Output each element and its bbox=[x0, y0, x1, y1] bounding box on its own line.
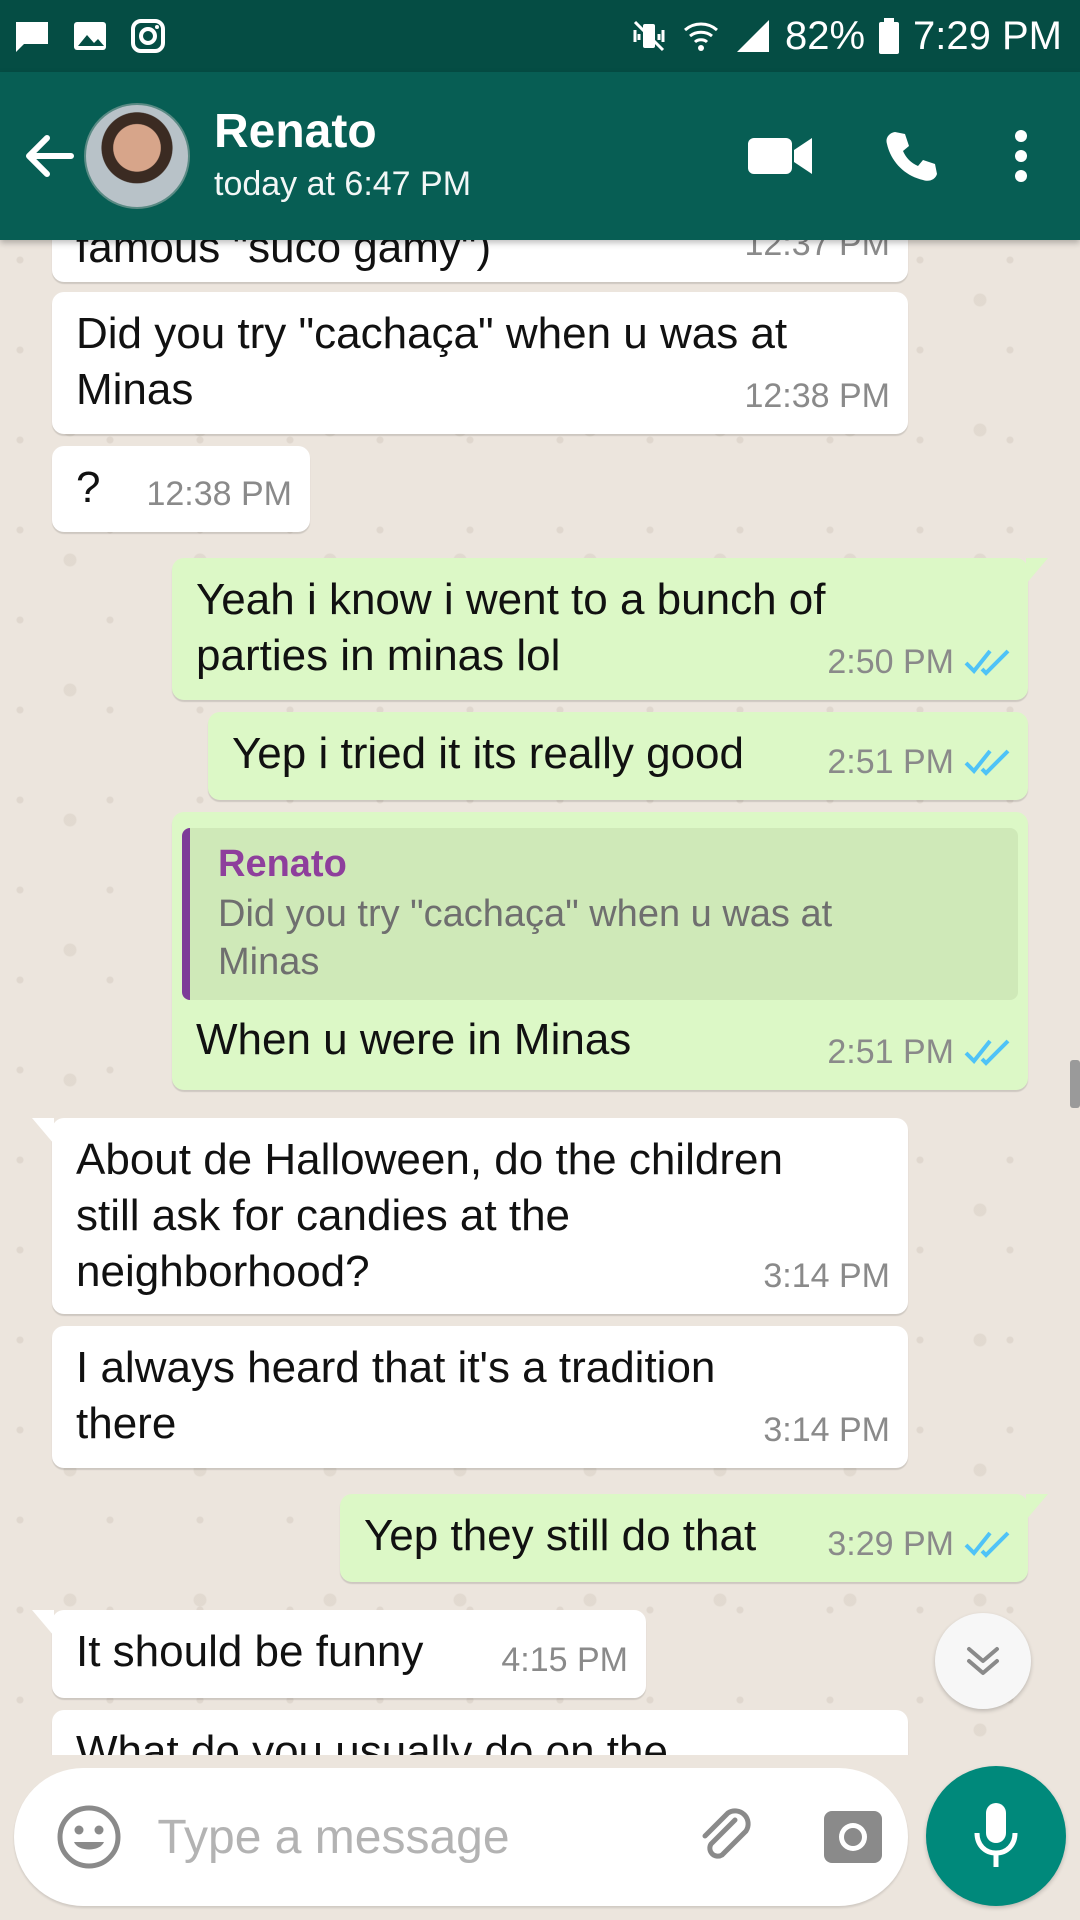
message-text: What do you usually do on the bbox=[76, 1727, 668, 1755]
attach-button[interactable] bbox=[671, 1768, 780, 1906]
message-meta: 2:51 PM bbox=[827, 1024, 1010, 1080]
quoted-sender: Renato bbox=[218, 843, 347, 885]
message-meta: 3:14 PM bbox=[763, 1402, 890, 1458]
message-time: 12:38 PM bbox=[146, 475, 292, 513]
message-meta: 12:37 PM bbox=[744, 240, 890, 272]
voice-message-button[interactable] bbox=[926, 1766, 1066, 1906]
wifi-icon bbox=[683, 22, 718, 51]
message-input[interactable] bbox=[157, 1809, 638, 1865]
message-composer bbox=[14, 1768, 908, 1906]
message-time: 12:37 PM bbox=[744, 240, 890, 263]
status-bar-left bbox=[12, 16, 168, 56]
scroll-to-bottom-button[interactable] bbox=[935, 1613, 1031, 1709]
more-options-icon bbox=[1015, 130, 1027, 182]
battery-icon bbox=[879, 18, 900, 54]
message-meta: 3:29 PM bbox=[827, 1516, 1010, 1572]
signal-icon bbox=[736, 20, 769, 52]
back-arrow-icon bbox=[26, 135, 74, 177]
message-time: 3:14 PM bbox=[763, 1257, 890, 1295]
message-text: Yeah i know i went to a bunch of parties… bbox=[196, 575, 826, 680]
status-bar-right: 82% 7:29 PM bbox=[629, 14, 1062, 59]
contact-info[interactable]: Renato today at 6:47 PM bbox=[214, 104, 716, 208]
voice-call-button[interactable] bbox=[846, 72, 976, 240]
message-bubble-incoming[interactable]: famous "suco gamy") 12:37 PM bbox=[52, 240, 908, 282]
message-meta: 12:38 PM bbox=[146, 466, 292, 522]
camera-icon bbox=[824, 1811, 883, 1863]
status-bar: 82% 7:29 PM bbox=[0, 0, 1080, 72]
message-bubble-outgoing[interactable]: Yep they still do that 3:29 PM bbox=[340, 1494, 1048, 1582]
message-bubble-incoming[interactable]: What do you usually do on the bbox=[52, 1710, 908, 1755]
message-meta: 4:15 PM bbox=[501, 1632, 628, 1688]
message-bubble-outgoing-reply[interactable]: Renato Did you try "cachaça" when u was … bbox=[172, 812, 1028, 1090]
message-bubble-incoming[interactable]: It should be funny 4:15 PM bbox=[32, 1610, 646, 1698]
read-receipt-icon bbox=[964, 1039, 1010, 1066]
message-icon bbox=[16, 22, 48, 52]
message-meta: 2:50 PM bbox=[827, 634, 1010, 690]
message-meta: 2:51 PM bbox=[827, 734, 1010, 790]
image-icon bbox=[74, 22, 106, 50]
last-seen: today at 6:47 PM bbox=[214, 165, 472, 203]
camera-button[interactable] bbox=[799, 1768, 908, 1906]
message-time: 2:51 PM bbox=[827, 743, 954, 781]
more-options-button[interactable] bbox=[976, 72, 1066, 240]
video-call-icon bbox=[748, 138, 812, 174]
message-text: About de Halloween, do the children stil… bbox=[76, 1135, 783, 1296]
battery-percent: 82% bbox=[784, 13, 866, 58]
message-time: 12:38 PM bbox=[744, 377, 890, 415]
message-bubble-incoming[interactable]: Did you try "cachaça" when u was at Mina… bbox=[52, 292, 908, 434]
message-bubble-outgoing[interactable]: Yep i tried it its really good 2:51 PM bbox=[208, 712, 1028, 800]
message-bubble-outgoing[interactable]: Yeah i know i went to a bunch of parties… bbox=[172, 558, 1048, 700]
read-receipt-icon bbox=[964, 649, 1010, 676]
message-time: 3:29 PM bbox=[827, 1525, 954, 1563]
message-bubble-incoming[interactable]: ? 12:38 PM bbox=[52, 446, 310, 532]
message-time: 2:50 PM bbox=[827, 643, 954, 681]
back-button[interactable] bbox=[14, 72, 84, 240]
contact-name: Renato bbox=[214, 105, 377, 158]
microphone-icon bbox=[974, 1803, 1018, 1867]
message-time: 3:14 PM bbox=[763, 1411, 890, 1449]
message-meta: 3:14 PM bbox=[763, 1248, 890, 1304]
message-bubble-incoming[interactable]: About de Halloween, do the children stil… bbox=[32, 1118, 908, 1314]
mute-vibrate-icon bbox=[633, 20, 665, 52]
message-time: 4:15 PM bbox=[501, 1641, 628, 1679]
voice-call-icon bbox=[886, 132, 937, 181]
read-receipt-icon bbox=[964, 1531, 1010, 1558]
chat-header: Renato today at 6:47 PM bbox=[0, 72, 1080, 240]
message-meta: 12:38 PM bbox=[744, 368, 890, 424]
quoted-text: Did you try "cachaça" when u was at Mina… bbox=[218, 893, 833, 983]
read-receipt-icon bbox=[964, 749, 1010, 776]
message-time: 2:51 PM bbox=[827, 1033, 954, 1071]
instagram-icon bbox=[131, 19, 165, 53]
clock: 7:29 PM bbox=[913, 13, 1062, 58]
quoted-message[interactable]: Renato Did you try "cachaça" when u was … bbox=[182, 828, 1018, 1000]
message-text: I always heard that it's a tradition the… bbox=[76, 1343, 716, 1448]
emoji-button[interactable] bbox=[34, 1768, 143, 1906]
paperclip-icon bbox=[702, 1808, 751, 1859]
scrollbar-thumb[interactable] bbox=[1070, 1060, 1080, 1108]
emoji-icon bbox=[57, 1805, 121, 1869]
avatar[interactable] bbox=[84, 103, 190, 209]
double-chevron-down-icon bbox=[967, 1647, 999, 1675]
chat-messages[interactable]: famous "suco gamy") 12:37 PM Did you try… bbox=[0, 240, 1080, 1755]
message-bubble-incoming[interactable]: I always heard that it's a tradition the… bbox=[52, 1326, 908, 1468]
video-call-button[interactable] bbox=[716, 72, 846, 240]
